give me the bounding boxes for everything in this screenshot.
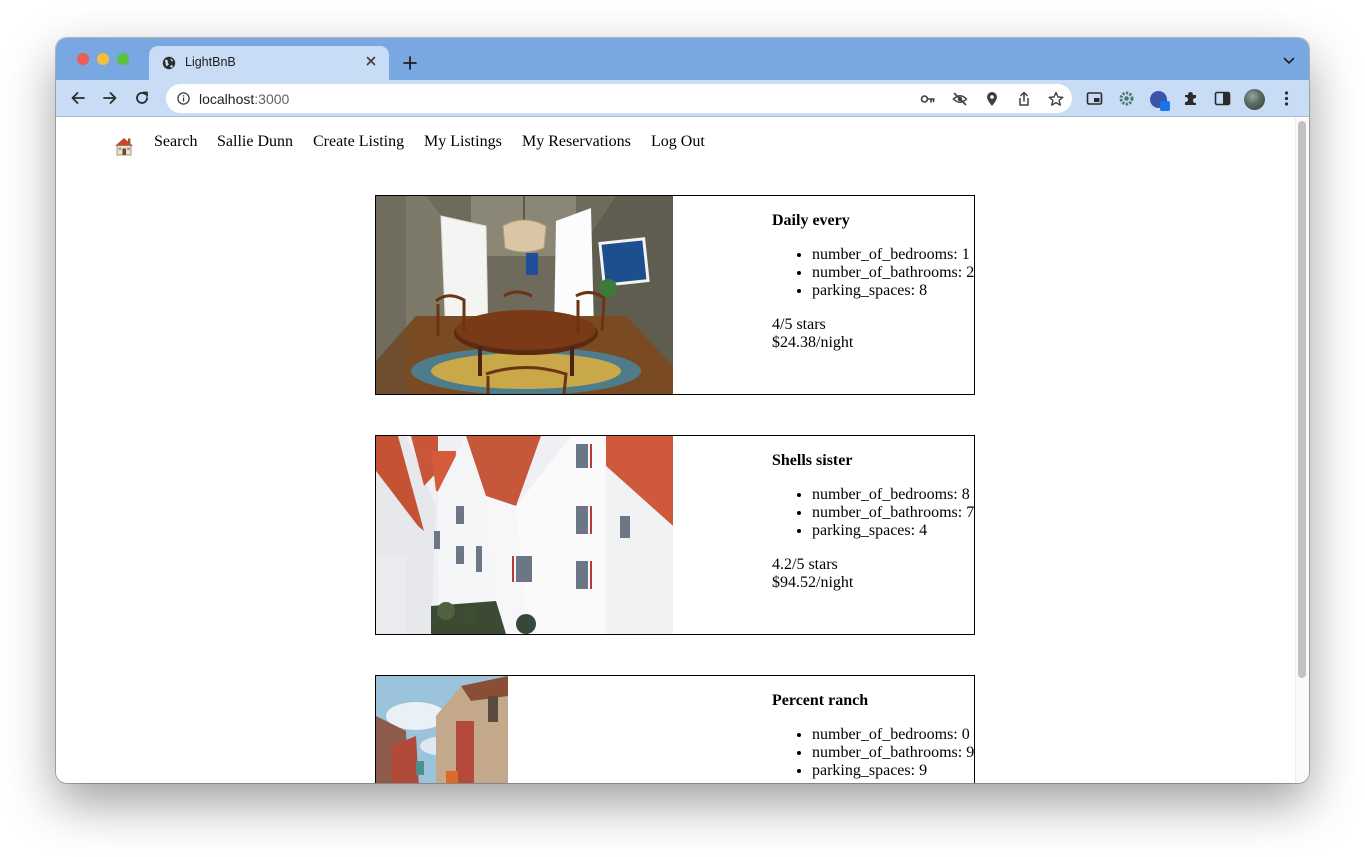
eye-slash-icon[interactable] [952, 91, 968, 107]
side-panel-icon[interactable] [1214, 90, 1231, 107]
nav-my-reservations-link[interactable]: My Reservations [522, 133, 631, 151]
listing-photo [376, 196, 673, 394]
minimize-window-button[interactable] [97, 53, 109, 65]
bedrooms-item: number_of_bedrooms: 8 [812, 486, 974, 504]
nav-log-out-link[interactable]: Log Out [651, 133, 705, 151]
forward-arrow-icon[interactable] [102, 90, 118, 106]
listing-price: $94.52/night [772, 574, 854, 591]
nav-search-link[interactable]: Search [154, 133, 198, 151]
parking-item: parking_spaces: 4 [812, 522, 974, 540]
listing-title: Daily every [772, 212, 850, 229]
parking-item: parking_spaces: 8 [812, 282, 974, 300]
bedrooms-item: number_of_bedrooms: 0 [812, 726, 974, 744]
extension-badge-icon [1160, 101, 1170, 111]
tab-title: LightBnB [185, 55, 236, 69]
info-icon[interactable] [177, 92, 190, 105]
listing-title: Shells sister [772, 452, 853, 469]
back-arrow-icon[interactable] [70, 90, 86, 106]
maximize-window-button[interactable] [117, 53, 129, 65]
listing-photo [376, 676, 508, 783]
listing-features: number_of_bedrooms: 0 number_of_bathroom… [772, 726, 974, 780]
page-scrollbar[interactable] [1295, 118, 1309, 783]
page-viewport: Search Sallie Dunn Create Listing My Lis… [56, 118, 1309, 783]
listing-card[interactable]: Percent ranch number_of_bedrooms: 0 numb… [375, 675, 975, 783]
share-icon[interactable] [1016, 91, 1032, 107]
listing-price: $24.38/night [772, 334, 854, 351]
puzzle-icon[interactable] [1182, 90, 1199, 107]
scrollbar-thumb[interactable] [1298, 121, 1306, 678]
browser-toolbar: localhost:3000 [56, 80, 1309, 117]
nav-create-listing-link[interactable]: Create Listing [313, 133, 404, 151]
listing-rating: 4.2/5 stars [772, 556, 838, 573]
browser-tab[interactable]: LightBnB [149, 46, 389, 80]
bathrooms-item: number_of_bathrooms: 9 [812, 744, 974, 762]
street-houses-image [376, 676, 508, 783]
tab-strip: LightBnB [56, 38, 1309, 80]
listing-details: Percent ranch number_of_bedrooms: 0 numb… [772, 692, 974, 780]
bathrooms-item: number_of_bathrooms: 2 [812, 264, 974, 282]
url-host: localhost [199, 91, 255, 107]
listing-card[interactable]: Shells sister number_of_bedrooms: 8 numb… [375, 435, 975, 635]
listing-features: number_of_bedrooms: 8 number_of_bathroom… [772, 486, 974, 540]
listing-details: Daily every number_of_bedrooms: 1 number… [772, 212, 974, 352]
bathrooms-item: number_of_bathrooms: 7 [812, 504, 974, 522]
picture-in-picture-icon[interactable] [1086, 90, 1103, 107]
browser-window: LightBnB localhost:3000 Search Sallie Du… [56, 38, 1309, 783]
more-options-icon[interactable] [1278, 90, 1295, 107]
listing-photo [376, 436, 673, 634]
listing-details: Shells sister number_of_bedrooms: 8 numb… [772, 452, 974, 592]
dining-room-image [376, 196, 673, 394]
listing-rating: 4/5 stars [772, 316, 826, 333]
address-bar[interactable]: localhost:3000 [166, 84, 1072, 113]
parking-item: parking_spaces: 9 [812, 762, 974, 780]
bedrooms-item: number_of_bedrooms: 1 [812, 246, 974, 264]
globe-icon [162, 56, 176, 70]
nav-user-link[interactable]: Sallie Dunn [217, 133, 293, 151]
close-icon[interactable] [364, 54, 378, 68]
url-text: localhost:3000 [199, 91, 289, 107]
url-port: :3000 [254, 91, 290, 107]
plus-icon[interactable] [402, 55, 418, 71]
chevron-down-icon[interactable] [1283, 57, 1295, 65]
house-icon[interactable] [113, 135, 135, 157]
white-houses-image [376, 436, 673, 634]
listing-features: number_of_bedrooms: 1 number_of_bathroom… [772, 246, 974, 300]
listing-card[interactable]: Daily every number_of_bedrooms: 1 number… [375, 195, 975, 395]
key-icon[interactable] [920, 91, 936, 107]
profile-avatar[interactable] [1244, 89, 1265, 110]
gear-extension-icon[interactable] [1118, 90, 1135, 107]
nav-my-listings-link[interactable]: My Listings [424, 133, 502, 151]
reload-icon[interactable] [134, 90, 150, 106]
close-window-button[interactable] [77, 53, 89, 65]
listing-title: Percent ranch [772, 692, 869, 709]
location-pin-icon[interactable] [984, 91, 1000, 107]
star-icon[interactable] [1048, 91, 1064, 107]
